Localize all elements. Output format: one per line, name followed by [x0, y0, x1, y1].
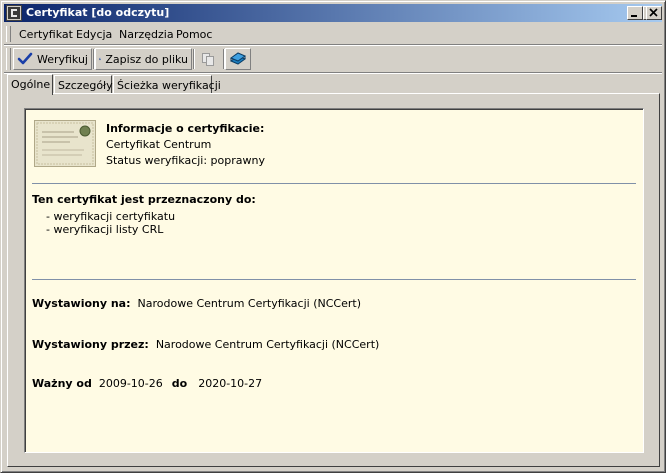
- issued-by-label: Wystawiony przez:: [32, 338, 149, 351]
- tab-szczegoly[interactable]: Szczegóły: [54, 75, 113, 93]
- info-heading: Informacje o certyfikacie:: [106, 122, 265, 135]
- certificate-app-icon: [6, 5, 22, 21]
- minimize-icon: [631, 15, 637, 17]
- menu-narzedzia[interactable]: Narzędzia: [119, 28, 174, 41]
- verification-status: Status weryfikacji: poprawny: [106, 154, 265, 167]
- close-button[interactable]: [646, 6, 662, 20]
- valid-from-label: Ważny od: [32, 377, 92, 390]
- floppy-disk-icon: [99, 57, 102, 61]
- window-title: Certyfikat [do odczytu]: [26, 6, 170, 19]
- tab-strip: Ogólne Szczegóły Ścieżka weryfikacji: [7, 74, 662, 95]
- valid-from-date: 2009-10-26: [98, 377, 163, 390]
- title-bar[interactable]: Certyfikat [do odczytu]: [4, 4, 662, 22]
- issued-to-value: Narodowe Centrum Certyfikacji (NCCert): [137, 297, 361, 310]
- purpose-heading: Ten certyfikat jest przeznaczony do:: [32, 193, 256, 206]
- issued-to-row: Wystawiony na: Narodowe Centrum Certyfika…: [32, 297, 361, 310]
- tab-label: Szczegóły: [58, 79, 113, 92]
- toolbar-grip: [6, 48, 11, 70]
- section-divider: [32, 183, 636, 184]
- certificate-info-area: Informacje o certyfikacie: Certyfikat Ce…: [24, 108, 644, 453]
- toolbar: Weryfikuj Zapisz do pliku: [4, 46, 662, 72]
- save-to-file-button[interactable]: Zapisz do pliku: [95, 48, 192, 70]
- tab-sciezka-weryfikacji[interactable]: Ścieżka weryfikacji: [113, 75, 221, 93]
- menu-edycja[interactable]: Edycja: [76, 28, 112, 41]
- minimize-button[interactable]: [627, 6, 643, 20]
- save-label: Zapisz do pliku: [105, 52, 188, 66]
- menu-pomoc[interactable]: Pomoc: [176, 28, 212, 41]
- validity-row: Ważny od 2009-10-26 do 2020-10-27: [32, 377, 262, 390]
- book-icon: [229, 52, 247, 65]
- issued-to-label: Wystawiony na:: [32, 297, 131, 310]
- tab-ogolne[interactable]: Ogólne: [7, 74, 53, 95]
- certificate-document-icon: [34, 120, 96, 167]
- purpose-item: - weryfikacji certyfikatu: [46, 210, 176, 223]
- menu-grip: [6, 26, 11, 42]
- menu-certyfikat[interactable]: Certyfikat: [19, 28, 73, 41]
- valid-to-label: do: [171, 377, 188, 390]
- help-book-button[interactable]: [225, 48, 251, 70]
- issued-by-row: Wystawiony przez: Narodowe Centrum Certyf…: [32, 338, 379, 351]
- certificate-window: Certyfikat [do odczytu] Certyfikat Edycj…: [0, 0, 666, 473]
- verify-button[interactable]: Weryfikuj: [13, 48, 92, 70]
- section-divider: [32, 279, 636, 280]
- valid-to-date: 2020-10-27: [198, 377, 263, 390]
- close-icon: [649, 8, 658, 17]
- tab-label: Ścieżka weryfikacji: [117, 79, 221, 92]
- certificate-name: Certyfikat Centrum: [106, 138, 212, 151]
- copy-button[interactable]: [196, 48, 222, 70]
- tab-panel-general: Informacje o certyfikacie: Certyfikat Ce…: [7, 93, 660, 467]
- copy-icon: [202, 53, 214, 66]
- purpose-item: - weryfikacji listy CRL: [46, 223, 164, 236]
- checkmark-icon: [17, 52, 33, 65]
- menu-bar: Certyfikat Edycja Narzędzia Pomoc: [4, 25, 662, 44]
- issued-by-value: Narodowe Centrum Certyfikacji (NCCert): [155, 338, 380, 351]
- toolbar-separator: [193, 49, 195, 69]
- verify-label: Weryfikuj: [36, 52, 88, 66]
- tab-label: Ogólne: [11, 78, 51, 91]
